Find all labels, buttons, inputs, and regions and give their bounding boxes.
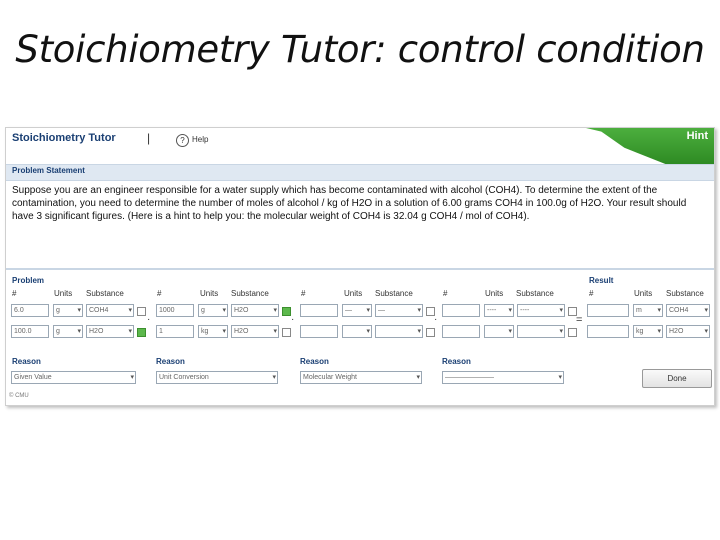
result-top-num-input[interactable] xyxy=(587,304,629,317)
col-header-num-4: # xyxy=(443,289,448,298)
reason-label-3: Reason xyxy=(300,357,329,366)
help-icon[interactable]: ? xyxy=(176,134,189,147)
term4-bottom-cancel-checkbox[interactable] xyxy=(568,328,577,337)
equals-operator: = xyxy=(576,314,583,326)
slide-title: Stoichiometry Tutor: control condition xyxy=(15,28,705,71)
reason-select-4[interactable]: ——————— xyxy=(442,371,564,384)
term1-bottom-substance-select[interactable]: H2O xyxy=(86,325,134,338)
col-header-num-1: # xyxy=(12,289,17,298)
multiply-operator-2: · xyxy=(291,314,295,325)
hint-label: Hint xyxy=(686,130,708,142)
problem-statement-header: Problem Statement xyxy=(6,164,714,181)
multiply-operator-1: · xyxy=(147,314,151,325)
term2-top-units-select[interactable]: g xyxy=(198,304,228,317)
term3-bottom-units-select[interactable] xyxy=(342,325,372,338)
term1-bottom-cancel-checkbox[interactable] xyxy=(137,328,146,337)
term4-bottom-num-input[interactable] xyxy=(442,325,480,338)
help-link[interactable]: Help xyxy=(192,135,208,144)
done-button[interactable]: Done xyxy=(642,369,712,388)
problem-statement-text: Suppose you are an engineer responsible … xyxy=(12,185,687,222)
result-top-units-select[interactable]: m xyxy=(633,304,663,317)
term4-top-substance-select[interactable]: ---- xyxy=(517,304,565,317)
reason-select-1[interactable]: Given Value xyxy=(11,371,136,384)
result-top-substance-select[interactable]: COH4 xyxy=(666,304,710,317)
term1-top-units-select[interactable]: g xyxy=(53,304,83,317)
term3-bottom-substance-select[interactable] xyxy=(375,325,423,338)
term2-bottom-num-input[interactable]: 1 xyxy=(156,325,194,338)
app-name: Stoichiometry Tutor xyxy=(12,132,116,144)
result-bottom-substance-select[interactable]: H2O xyxy=(666,325,710,338)
col-header-units-4: Units xyxy=(485,289,504,298)
term1-top-cancel-checkbox[interactable] xyxy=(137,307,146,316)
col-header-num-result: # xyxy=(589,289,594,298)
col-header-units-result: Units xyxy=(634,289,653,298)
result-bottom-num-input[interactable] xyxy=(587,325,629,338)
col-header-units-2: Units xyxy=(200,289,219,298)
term4-top-num-input[interactable] xyxy=(442,304,480,317)
col-header-substance-2: Substance xyxy=(231,289,269,298)
col-header-num-3: # xyxy=(301,289,306,298)
reason-label-2: Reason xyxy=(156,357,185,366)
term3-top-num-input[interactable] xyxy=(300,304,338,317)
col-header-substance-3: Substance xyxy=(375,289,413,298)
term4-bottom-units-select[interactable] xyxy=(484,325,514,338)
term3-bottom-num-input[interactable] xyxy=(300,325,338,338)
col-header-substance-4: Substance xyxy=(516,289,554,298)
problem-label: Problem xyxy=(12,276,45,285)
term4-bottom-substance-select[interactable] xyxy=(517,325,565,338)
reason-label-4: Reason xyxy=(442,357,471,366)
term2-bottom-cancel-checkbox[interactable] xyxy=(282,328,291,337)
result-label: Result xyxy=(589,276,614,285)
term2-top-num-input[interactable]: 1000 xyxy=(156,304,194,317)
term2-bottom-units-select[interactable]: kg xyxy=(198,325,228,338)
multiply-operator-3: · xyxy=(434,314,438,325)
term2-top-cancel-checkbox[interactable] xyxy=(282,307,291,316)
result-bottom-units-select[interactable]: kg xyxy=(633,325,663,338)
term1-top-substance-select[interactable]: COH4 xyxy=(86,304,134,317)
title-separator: | xyxy=(147,131,151,145)
term3-top-substance-select[interactable]: — xyxy=(375,304,423,317)
problem-statement-label: Problem Statement xyxy=(12,166,85,175)
reason-label-1: Reason xyxy=(12,357,41,366)
col-header-substance-1: Substance xyxy=(86,289,124,298)
col-header-num-2: # xyxy=(157,289,162,298)
col-header-substance-result: Substance xyxy=(666,289,704,298)
footer-text: © CMU xyxy=(9,393,29,399)
term3-top-units-select[interactable]: — xyxy=(342,304,372,317)
term2-bottom-substance-select[interactable]: H2O xyxy=(231,325,279,338)
term3-bottom-cancel-checkbox[interactable] xyxy=(426,328,435,337)
term1-bottom-num-input[interactable]: 100.0 xyxy=(11,325,49,338)
divider xyxy=(6,268,714,270)
term1-bottom-units-select[interactable]: g xyxy=(53,325,83,338)
reason-select-3[interactable]: Molecular Weight xyxy=(300,371,422,384)
col-header-units-3: Units xyxy=(344,289,363,298)
term2-top-substance-select[interactable]: H2O xyxy=(231,304,279,317)
tutor-window: Stoichiometry Tutor | ? Help Hint Proble… xyxy=(5,127,715,406)
term4-top-units-select[interactable]: ---- xyxy=(484,304,514,317)
reason-select-2[interactable]: Unit Conversion xyxy=(156,371,278,384)
term1-top-num-input[interactable]: 6.0 xyxy=(11,304,49,317)
col-header-units-1: Units xyxy=(54,289,73,298)
